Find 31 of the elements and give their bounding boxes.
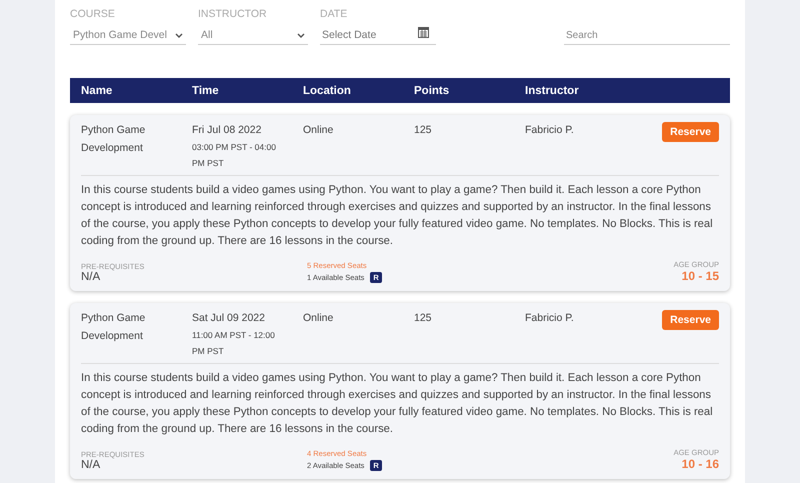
course-location: Online [303,311,334,326]
chevron-icon [297,32,305,38]
column-header: Name [81,84,114,96]
course-name: Python Game Development [81,311,146,344]
calendar-icon[interactable] [418,26,429,38]
course-name: Python Game Development [81,123,146,156]
column-header: Points [414,84,450,96]
prereq-value: N/A [81,271,100,283]
filter-label: COURSE [70,8,116,20]
age-group-value: 10 - 16 [682,457,719,471]
course-points: 125 [414,123,433,138]
course-time: 03:00 PM PST - 04:00 PM PST [192,141,277,170]
reserve-button[interactable]: Reserve [662,310,719,330]
course-instructor: Fabricio P. [525,123,575,138]
course-instructor: Fabricio P. [525,311,575,326]
filter-label: DATE [320,8,348,20]
filter-label: INSTRUCTOR [198,8,268,20]
column-header: Instructor [525,84,580,96]
course-date: Sat Jul 09 2022 [192,311,266,326]
age-group-value: 10 - 15 [682,269,719,283]
column-header: Location [303,84,352,96]
course-location: Online [303,123,334,138]
course-points: 125 [414,311,433,326]
course-time: 11:00 AM PST - 12:00 PM PST [192,329,276,358]
reserve-button[interactable]: Reserve [662,122,719,142]
column-header: Time [192,84,220,96]
course-date: Fri Jul 08 2022 [192,123,262,138]
chevron-icon [175,32,183,38]
course-description: In this course students build a video games using Python. You want to play a game? Then build it. Each lesson a core Python concept is introduced and learning reinforced through exercises and quizzes and supported by an instructor. In the final lessons of the course, you apply these Python concepts to develop your fully featured video game. No templates. No Blocks. This is real coding from the ground up. There are 16 lessons in the course. [81,371,714,437]
course-description: In this course students build a video games using Python. You want to play a game? Then build it. Each lesson a core Python concept is introduced and learning reinforced through exercises and quizzes and supported by an instructor. In the final lessons of the course, you apply these Python concepts to develop your fully featured video game. No templates. No Blocks. This is real coding from the ground up. There are 16 lessons in the course. [81,183,714,249]
prereq-value: N/A [81,459,100,471]
